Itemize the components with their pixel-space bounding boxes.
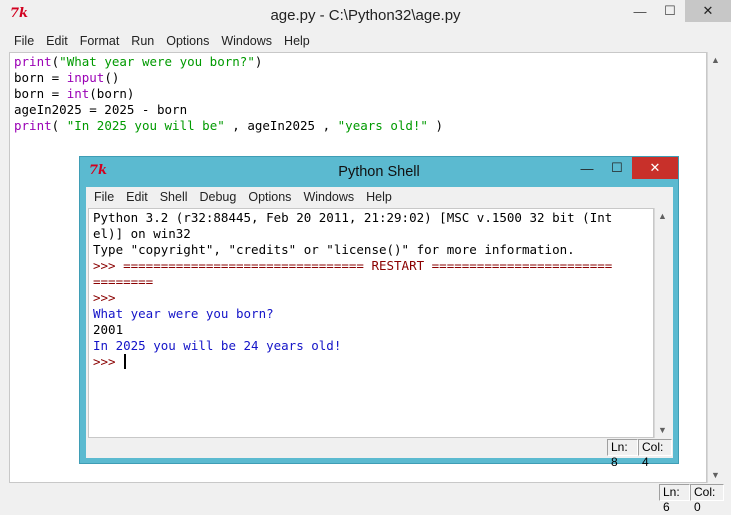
shell-titlebar[interactable]: 7k Python Shell — ☐ ✕ (80, 157, 678, 187)
code-listing: print("What year were you born?") born = … (10, 53, 706, 135)
shell-line-text: >>> ================================ RES… (93, 258, 613, 273)
code-token: input (66, 70, 105, 85)
editor-titlebar[interactable]: 7k age.py - C:\Python32\age.py — ☐ ✕ (0, 0, 731, 30)
editor-statusbar: Ln: 6 Col: 0 (0, 484, 731, 514)
shell-window: 7k Python Shell — ☐ ✕ File Edit Shell De… (79, 156, 679, 469)
scroll-down-arrow-icon[interactable]: ▼ (655, 423, 670, 437)
code-token: print (14, 54, 52, 69)
code-token: born = (14, 70, 67, 85)
shell-line: 2001 (93, 322, 649, 338)
shell-line-text: In 2025 you will be 24 years old! (93, 338, 342, 353)
shell-line-text: >>> (93, 290, 124, 305)
menu-shell[interactable]: Shell (154, 188, 194, 206)
menu-file[interactable]: File (8, 32, 40, 50)
scroll-down-arrow-icon[interactable]: ▼ (708, 468, 723, 482)
menu-windows[interactable]: Windows (215, 32, 278, 50)
maximize-button[interactable]: ☐ (602, 157, 632, 179)
scroll-up-arrow-icon[interactable]: ▲ (708, 53, 723, 67)
shell-line: >>> ================================ RES… (93, 258, 649, 274)
shell-line-text: ======== (93, 274, 154, 289)
code-line: ageIn2025 = 2025 - born (14, 102, 702, 118)
maximize-button[interactable]: ☐ (655, 0, 685, 22)
shell-line-text: >>> (93, 354, 124, 369)
line-number-status: Ln: 8 (607, 439, 638, 469)
shell-text-area[interactable]: Python 3.2 (r32:88445, Feb 20 2011, 21:2… (88, 208, 654, 438)
shell-line-text: el)] on win32 (93, 226, 191, 241)
menu-run[interactable]: Run (125, 32, 160, 50)
menu-edit[interactable]: Edit (120, 188, 154, 206)
menu-help[interactable]: Help (360, 188, 398, 206)
shell-line: What year were you born? (93, 306, 649, 322)
editor-title: age.py - C:\Python32\age.py (270, 7, 461, 24)
code-token: , ageIn2025 , (224, 118, 338, 133)
column-number-status: Col: 0 (690, 484, 724, 514)
shell-line-text: What year were you born? (93, 306, 274, 321)
code-token: int (66, 86, 90, 101)
shell-line: >>> (93, 290, 649, 306)
minimize-button[interactable]: — (572, 157, 602, 179)
code-token: ( (51, 118, 67, 133)
shell-menubar: File Edit Shell Debug Options Windows He… (88, 188, 398, 206)
shell-line: el)] on win32 (93, 226, 649, 242)
shell-line: In 2025 you will be 24 years old! (93, 338, 649, 354)
shell-statusbar: Ln: 8 Col: 4 (86, 439, 673, 469)
code-token: (born) (89, 86, 135, 101)
shell-line: Python 3.2 (r32:88445, Feb 20 2011, 21:2… (93, 210, 649, 226)
text-cursor (124, 354, 127, 369)
shell-line-text: Type "copyright", "credits" or "license(… (93, 242, 575, 257)
menu-format[interactable]: Format (74, 32, 126, 50)
menu-options[interactable]: Options (160, 32, 215, 50)
shell-line-text: Python 3.2 (r32:88445, Feb 20 2011, 21:2… (93, 210, 613, 225)
code-token: "years old!" (337, 118, 428, 133)
code-token: born = (14, 86, 67, 101)
editor-menubar: File Edit Format Run Options Windows Hel… (8, 32, 316, 50)
code-line: print("What year were you born?") (14, 54, 702, 70)
shell-line: ======== (93, 274, 649, 290)
code-token: () (104, 70, 120, 85)
menu-help[interactable]: Help (278, 32, 316, 50)
code-line: born = int(born) (14, 86, 702, 102)
shell-output: Python 3.2 (r32:88445, Feb 20 2011, 21:2… (89, 209, 653, 371)
code-line: print( "In 2025 you will be" , ageIn2025… (14, 118, 702, 134)
menu-debug[interactable]: Debug (194, 188, 243, 206)
line-number-status: Ln: 6 (659, 484, 690, 514)
scroll-up-arrow-icon[interactable]: ▲ (655, 209, 670, 223)
code-token: "What year were you born?" (59, 54, 255, 69)
code-token: ) (427, 118, 444, 133)
column-number-status: Col: 4 (638, 439, 672, 469)
code-token: "In 2025 you will be" (66, 118, 225, 133)
shell-line: Type "copyright", "credits" or "license(… (93, 242, 649, 258)
code-token: ageIn2025 = 2025 - born (14, 102, 188, 117)
shell-line-text: 2001 (93, 322, 124, 337)
code-token: ) (254, 54, 263, 69)
code-token: print (14, 118, 52, 133)
editor-vertical-scrollbar[interactable]: ▲ ▼ (707, 52, 723, 483)
shell-client-area: File Edit Shell Debug Options Windows He… (86, 187, 673, 469)
shell-line: >>> (93, 354, 649, 370)
shell-vertical-scrollbar[interactable]: ▲ ▼ (654, 208, 670, 438)
menu-file[interactable]: File (88, 188, 120, 206)
menu-edit[interactable]: Edit (40, 32, 74, 50)
menu-windows[interactable]: Windows (297, 188, 360, 206)
close-button[interactable]: ✕ (685, 0, 731, 22)
code-line: born = input() (14, 70, 702, 86)
menu-options[interactable]: Options (242, 188, 297, 206)
minimize-button[interactable]: — (625, 0, 655, 22)
close-button[interactable]: ✕ (632, 157, 678, 179)
